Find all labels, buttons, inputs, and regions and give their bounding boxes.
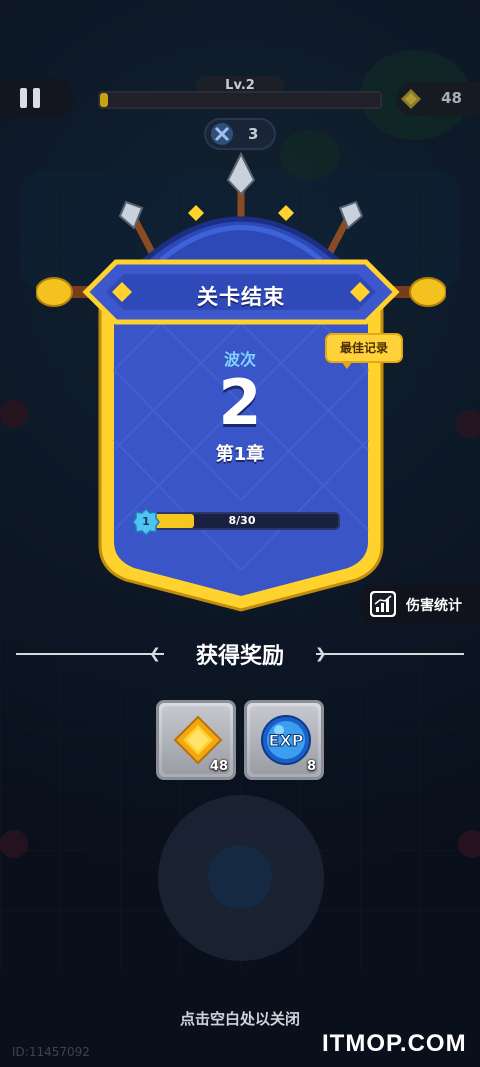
reward-item-gold[interactable]: 48: [156, 700, 236, 780]
gold-value: 48: [441, 89, 462, 107]
divider-right: [316, 653, 464, 655]
exp-orb-icon: EXP: [261, 715, 311, 765]
reward-item-exp[interactable]: EXP 8: [244, 700, 324, 780]
kill-counter: 3: [204, 118, 276, 150]
chapter-label: 第1章: [215, 444, 265, 465]
xp-bar-fill: [100, 93, 108, 107]
damage-stats-button[interactable]: 伤害统计: [358, 585, 480, 623]
gold-counter: 48: [396, 82, 480, 116]
reward-count: 48: [209, 759, 228, 774]
tap-to-close-hint: 点击空白处以关闭: [179, 1010, 300, 1028]
gold-icon: [401, 89, 421, 109]
joystick-knob[interactable]: [208, 845, 272, 909]
chapter-progress-bar: 8/30: [140, 512, 340, 530]
xp-bar: [98, 91, 382, 109]
best-record-badge: 最佳记录: [325, 333, 403, 369]
rewards-header: ❮ 获得奖励 ❯: [16, 636, 464, 670]
chapter-progress-text: 8/30: [228, 514, 256, 527]
wave-value: 2: [218, 366, 262, 439]
user-id: ID:11457092: [12, 1045, 90, 1059]
progress-level-badge: 1: [132, 507, 160, 537]
watermark: ITMOP.COM: [322, 1030, 467, 1057]
damage-stats-label: 伤害统计: [406, 598, 462, 614]
kill-value: 3: [248, 125, 259, 143]
crossed-swords-icon: [211, 123, 233, 145]
chart-icon: [370, 591, 396, 617]
exp-label: EXP: [269, 731, 304, 750]
pause-icon: [20, 88, 27, 108]
result-title: 关卡结束: [197, 285, 285, 309]
reward-count: 8: [306, 759, 316, 774]
pause-button[interactable]: [0, 78, 74, 118]
progress-level-number: 1: [142, 515, 150, 528]
